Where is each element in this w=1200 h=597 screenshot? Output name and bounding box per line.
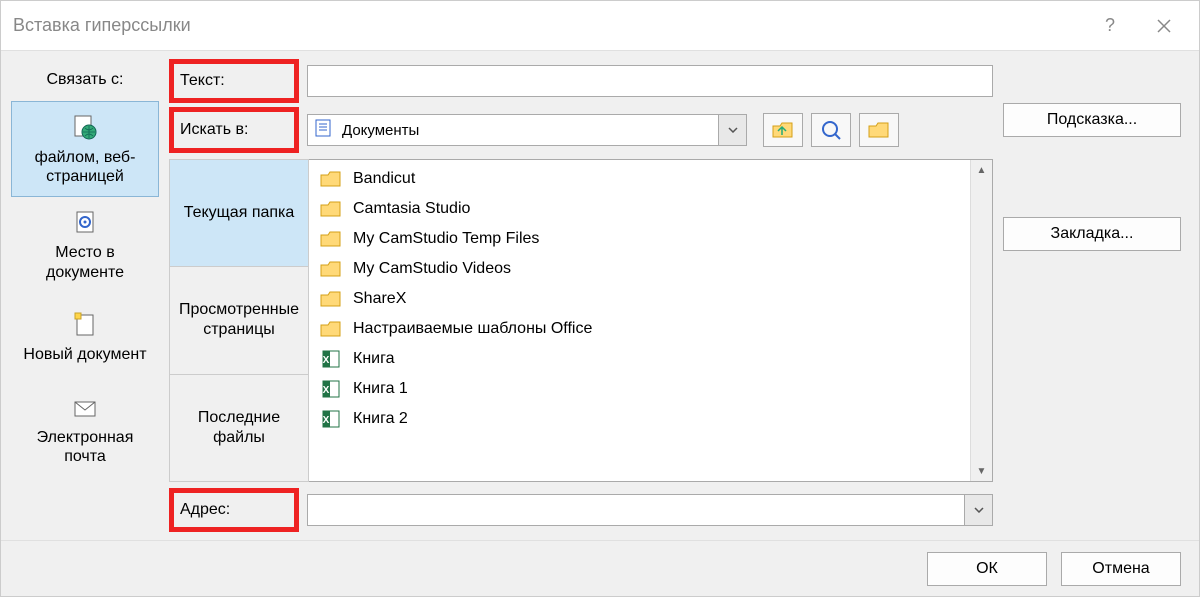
- file-name: ShareX: [353, 290, 406, 308]
- svg-text:X: X: [323, 385, 330, 396]
- file-item[interactable]: X Книга 2: [309, 404, 992, 434]
- file-item[interactable]: Camtasia Studio: [309, 194, 992, 224]
- file-item[interactable]: My CamStudio Videos: [309, 254, 992, 284]
- svg-text:X: X: [323, 355, 330, 366]
- linkto-file-webpage-label: файлом, веб-страницей: [16, 148, 154, 186]
- search-in-label: Искать в:: [169, 107, 299, 153]
- file-item[interactable]: X Книга 1: [309, 374, 992, 404]
- folder-icon: [319, 167, 343, 191]
- right-column: Подсказка... Закладка...: [1003, 63, 1181, 528]
- file-name: Книга 1: [353, 380, 408, 398]
- dialog-body: Связать с: файлом, веб-страницей Место в…: [1, 51, 1199, 540]
- excel-file-icon: X: [319, 377, 343, 401]
- mail-icon: [69, 392, 101, 424]
- doc-target-icon: [69, 207, 101, 239]
- file-item[interactable]: My CamStudio Temp Files: [309, 224, 992, 254]
- file-item[interactable]: ShareX: [309, 284, 992, 314]
- search-in-value: Документы: [342, 122, 419, 139]
- new-doc-icon: [69, 309, 101, 341]
- folder-open-icon: [868, 121, 890, 139]
- file-name: Книга 2: [353, 410, 408, 428]
- titlebar-buttons: ?: [1087, 10, 1187, 42]
- titlebar: Вставка гиперссылки ?: [1, 1, 1199, 51]
- excel-file-icon: X: [319, 347, 343, 371]
- page-globe-icon: [69, 112, 101, 144]
- browse-file-button[interactable]: [859, 113, 899, 147]
- linkto-new-doc-label: Новый документ: [23, 345, 146, 364]
- excel-file-icon: X: [319, 407, 343, 431]
- tab-recent-files[interactable]: Последние файлы: [170, 375, 308, 481]
- link-to-column: Связать с: файлом, веб-страницей Место в…: [11, 63, 159, 528]
- hyperlink-dialog: Вставка гиперссылки ? Связать с: файлом,…: [0, 0, 1200, 597]
- address-combo[interactable]: [307, 494, 993, 526]
- link-to-label: Связать с:: [11, 63, 159, 101]
- file-name: Книга: [353, 350, 394, 368]
- file-item[interactable]: Настраиваемые шаблоны Office: [309, 314, 992, 344]
- browse-web-button[interactable]: [811, 113, 851, 147]
- search-in-combo[interactable]: Документы: [307, 114, 747, 146]
- scroll-up-icon[interactable]: ▲: [971, 160, 992, 180]
- svg-text:X: X: [323, 415, 330, 426]
- linkto-new-doc[interactable]: Новый документ: [11, 292, 159, 382]
- linkto-email-label: Электронная почта: [15, 428, 155, 466]
- file-list[interactable]: Bandicut Camtasia Studio My CamStudio Temp…: [309, 159, 993, 482]
- file-name: Настраиваемые шаблоны Office: [353, 320, 592, 338]
- file-name: My CamStudio Videos: [353, 260, 511, 278]
- ok-button[interactable]: ОК: [927, 552, 1047, 586]
- linkto-email[interactable]: Электронная почта: [11, 382, 159, 476]
- close-button[interactable]: [1141, 10, 1187, 42]
- help-button[interactable]: ?: [1087, 10, 1133, 42]
- file-name: Camtasia Studio: [353, 200, 470, 218]
- tab-browsed-pages[interactable]: Просмотренные страницы: [170, 267, 308, 374]
- browse-tabs: Текущая папка Просмотренные страницы Пос…: [169, 159, 309, 482]
- up-folder-button[interactable]: [763, 113, 803, 147]
- folder-icon: [319, 287, 343, 311]
- linkto-file-webpage[interactable]: файлом, веб-страницей: [11, 101, 159, 197]
- folder-icon: [319, 197, 343, 221]
- file-item[interactable]: Bandicut: [309, 164, 992, 194]
- scroll-down-icon[interactable]: ▼: [971, 461, 992, 481]
- linkto-place-in-doc[interactable]: Место в документе: [11, 197, 159, 291]
- file-item[interactable]: X Книга: [309, 344, 992, 374]
- folder-icon: [319, 227, 343, 251]
- bookmark-button[interactable]: Закладка...: [1003, 217, 1181, 251]
- search-globe-icon: [820, 119, 842, 141]
- chevron-down-icon[interactable]: [964, 495, 992, 525]
- search-row: Искать в: Документы: [169, 111, 993, 149]
- tab-current-folder[interactable]: Текущая папка: [170, 160, 308, 267]
- browse-area: Текущая папка Просмотренные страницы Пос…: [169, 159, 993, 482]
- address-row: Адрес:: [169, 492, 993, 528]
- chevron-down-icon[interactable]: [718, 115, 746, 145]
- text-label: Текст:: [169, 59, 299, 103]
- cancel-button[interactable]: Отмена: [1061, 552, 1181, 586]
- folder-icon: [319, 257, 343, 281]
- file-name: My CamStudio Temp Files: [353, 230, 539, 248]
- text-row: Текст:: [169, 63, 993, 99]
- main-column: Текст: Искать в: Документы: [169, 63, 993, 528]
- close-icon: [1157, 19, 1171, 33]
- dialog-footer: ОК Отмена: [1, 540, 1199, 596]
- text-input[interactable]: [307, 65, 993, 97]
- linkto-place-label: Место в документе: [15, 243, 155, 281]
- screentip-button[interactable]: Подсказка...: [1003, 103, 1181, 137]
- address-label: Адрес:: [169, 488, 299, 532]
- folder-up-icon: [772, 121, 794, 139]
- vertical-scrollbar[interactable]: ▲ ▼: [970, 160, 992, 481]
- file-name: Bandicut: [353, 170, 415, 188]
- documents-folder-icon: [314, 118, 334, 142]
- browse-tool-buttons: [763, 113, 899, 147]
- folder-icon: [319, 317, 343, 341]
- dialog-title: Вставка гиперссылки: [13, 15, 191, 36]
